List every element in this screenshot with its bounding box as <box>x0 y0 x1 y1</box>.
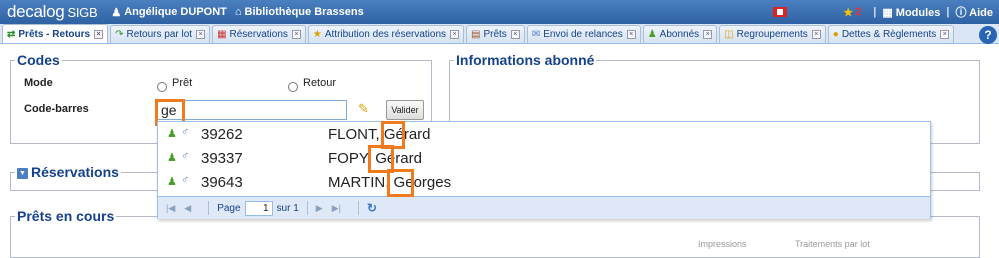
barcode-input[interactable]: ge <box>157 100 347 120</box>
user-icon: ♟ <box>167 128 177 140</box>
page-label: Page <box>217 202 241 214</box>
refresh-icon[interactable]: ↻ <box>367 201 377 215</box>
tab-prets-retours[interactable]: ⇄ Prêts - Retours × <box>2 24 109 43</box>
list-item[interactable]: ♟ ♂ 39643 MARTIN, Georges <box>158 171 930 195</box>
alert-count: 2 <box>855 6 862 18</box>
batch-return-icon: ↷ <box>115 29 124 40</box>
page-input[interactable]: 1 <box>244 200 273 216</box>
next-page-icon[interactable]: ▶ <box>316 203 323 214</box>
first-page-icon[interactable]: |◀ <box>166 203 175 214</box>
list-item[interactable]: ♟ ♂ 39262 FLONT, Gérard <box>158 123 930 147</box>
prev-page-icon[interactable]: ◀ <box>184 203 191 214</box>
tab-bar: ⇄ Prêts - Retours × ↷ Retours par lot × ▦ Rés… <box>0 24 999 44</box>
help-icon[interactable]: ? <box>979 26 997 44</box>
close-icon[interactable]: × <box>94 29 104 39</box>
radio-retour-label: Retour <box>303 77 337 89</box>
tab-dettes[interactable]: ● Dettes & Règlements × <box>827 25 955 43</box>
close-icon[interactable]: × <box>626 30 636 39</box>
tab-retours-par-lot[interactable]: ↷ Retours par lot × <box>110 25 211 43</box>
flag-icon[interactable] <box>773 7 788 17</box>
match-highlight <box>387 169 414 197</box>
expand-icon[interactable]: ▼ <box>17 167 28 179</box>
grid-icon: ▦ <box>882 6 893 19</box>
tab-attribution[interactable]: ★ Attribution des réservations × <box>307 25 465 43</box>
gender-icon: ♂ <box>181 150 190 162</box>
user-menu[interactable]: ♟ Angélique DUPONT <box>111 6 227 19</box>
codes-title: Codes <box>17 52 60 68</box>
page-total: sur 1 <box>276 202 299 214</box>
pagination-bar: |◀ ◀ Page 1 sur 1 ▶ ▶| ↻ <box>158 196 930 219</box>
barcode-label: Code-barres <box>24 103 89 115</box>
radio-retour[interactable] <box>288 82 298 92</box>
tab-abonnes[interactable]: ♟ Abonnés × <box>642 25 718 43</box>
close-icon[interactable]: × <box>291 30 301 39</box>
loan-return-icon: ⇄ <box>7 28 16 40</box>
assign-icon: ★ <box>312 29 322 40</box>
close-icon[interactable]: × <box>811 30 821 39</box>
close-icon[interactable]: × <box>196 30 206 39</box>
gender-icon: ♂ <box>181 126 190 138</box>
modules-menu[interactable]: ▦ Modules <box>882 6 940 19</box>
user-icon: ♟ <box>167 152 177 164</box>
help-menu[interactable]: ⓘ Aide <box>956 4 994 20</box>
reservations-title[interactable]: ▼ Réservations <box>15 164 121 180</box>
tab-relances[interactable]: ✉ Envoi de relances × <box>526 25 641 43</box>
mail-icon: ✉ <box>531 29 541 40</box>
clear-icon[interactable]: ✎ <box>358 102 369 117</box>
close-icon[interactable]: × <box>703 30 713 39</box>
impressions-button[interactable]: Impressions <box>698 239 747 249</box>
tab-reservations[interactable]: ▦ Réservations × <box>212 25 306 43</box>
library-menu[interactable]: ⌂ Bibliothèque Brassens <box>235 6 364 18</box>
mode-label: Mode <box>24 77 53 89</box>
money-icon: ● <box>832 29 839 40</box>
last-page-icon[interactable]: ▶| <box>332 203 341 214</box>
subscriber-info-title: Informations abonné <box>456 52 595 68</box>
user-icon: ♟ <box>111 6 122 19</box>
batch-treatment-button[interactable]: Traitements par lot <box>795 239 870 249</box>
radio-pret[interactable] <box>157 82 167 92</box>
close-icon[interactable]: × <box>450 30 460 39</box>
top-bar: decalog SIGB ♟ Angélique DUPONT ⌂ Bibliothè… <box>0 0 999 24</box>
app-logo: decalog SIGB <box>7 2 98 21</box>
radio-pret-label: Prêt <box>172 77 193 89</box>
gender-icon: ♂ <box>181 174 190 186</box>
tab-prets[interactable]: ▤ Prêts × <box>466 25 525 43</box>
user-icon: ♟ <box>167 176 177 188</box>
info-icon: ⓘ <box>955 7 967 19</box>
validate-button[interactable]: Valider <box>386 100 424 120</box>
close-icon[interactable]: × <box>940 30 950 39</box>
home-icon: ⌂ <box>234 6 242 18</box>
users-icon: ♟ <box>647 29 657 40</box>
folder-icon: ◫ <box>724 29 734 40</box>
books-icon: ▤ <box>471 29 481 40</box>
current-loans-title: Prêts en cours <box>17 208 115 224</box>
close-icon[interactable]: × <box>510 30 520 39</box>
autocomplete-dropdown: ♟ ♂ 39262 FLONT, Gérard ♟ ♂ 39337 FOPY, Gé… <box>157 121 931 219</box>
tab-regroupements[interactable]: ◫ Regroupements × <box>719 25 826 43</box>
calendar-icon: ▦ <box>217 29 227 40</box>
list-item[interactable]: ♟ ♂ 39337 FOPY, Gérard <box>158 147 930 171</box>
alert-icon[interactable]: ★ <box>843 6 853 19</box>
